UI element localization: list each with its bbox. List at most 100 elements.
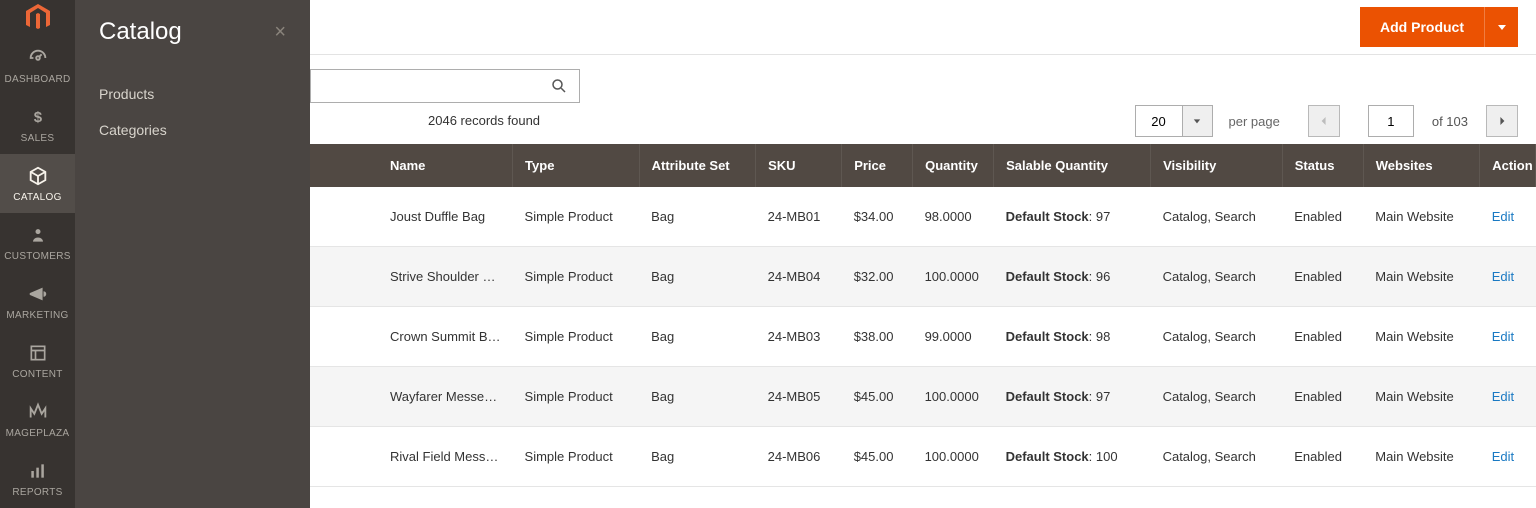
cell-attr: Bag: [639, 427, 755, 487]
col-action[interactable]: Action: [1480, 144, 1536, 187]
cell-price: $45.00: [842, 427, 913, 487]
col-salable[interactable]: Salable Quantity: [994, 144, 1151, 187]
col-visibility[interactable]: Visibility: [1151, 144, 1283, 187]
table-row[interactable]: Crown Summit BackpackSimple ProductBag24…: [310, 307, 1536, 367]
nav-label: CONTENT: [12, 369, 62, 380]
cube-icon: [26, 164, 50, 188]
nav-dashboard[interactable]: DASHBOARD: [0, 36, 75, 95]
search-input[interactable]: [311, 70, 539, 102]
records-found: 2046 records found: [428, 113, 540, 128]
nav-mageplaza[interactable]: MAGEPLAZA: [0, 390, 75, 449]
table-row[interactable]: Wayfarer Messenger BagSimple ProductBag2…: [310, 367, 1536, 427]
cell-name: Crown Summit Backpack: [310, 307, 513, 367]
dollar-icon: $: [26, 105, 50, 129]
nav-reports[interactable]: REPORTS: [0, 449, 75, 508]
cell-visibility: Catalog, Search: [1151, 247, 1283, 307]
cell-price: $32.00: [842, 247, 913, 307]
cell-visibility: Catalog, Search: [1151, 307, 1283, 367]
cell-visibility: Catalog, Search: [1151, 427, 1283, 487]
magento-logo-icon: [22, 2, 54, 34]
cell-salable: Default Stock: 100: [994, 427, 1151, 487]
cell-action: Edit: [1480, 307, 1536, 367]
search-icon: [550, 77, 568, 95]
col-type[interactable]: Type: [513, 144, 640, 187]
close-icon[interactable]: ×: [274, 22, 286, 42]
flyout-item-products[interactable]: Products: [99, 76, 286, 112]
nav-label: DASHBOARD: [4, 74, 70, 85]
cell-salable: Default Stock: 98: [994, 307, 1151, 367]
search-button[interactable]: [539, 77, 579, 95]
cell-status: Enabled: [1282, 307, 1363, 367]
cell-sku: 24-MB03: [756, 307, 842, 367]
nav-label: MAGEPLAZA: [6, 428, 70, 439]
layout-icon: [26, 341, 50, 365]
bar-chart-icon: [26, 459, 50, 483]
pager: per page of 103: [1135, 105, 1518, 137]
cell-action: Edit: [1480, 427, 1536, 487]
nav-label: SALES: [21, 133, 55, 144]
caret-down-icon: [1193, 117, 1201, 125]
cell-status: Enabled: [1282, 367, 1363, 427]
cell-qty: 98.0000: [913, 187, 994, 247]
table-row[interactable]: Strive Shoulder PackSimple ProductBag24-…: [310, 247, 1536, 307]
edit-link[interactable]: Edit: [1492, 329, 1514, 344]
prev-page-button[interactable]: [1308, 105, 1340, 137]
nav-label: CUSTOMERS: [4, 251, 70, 262]
edit-link[interactable]: Edit: [1492, 209, 1514, 224]
col-quantity[interactable]: Quantity: [913, 144, 994, 187]
nav-customers[interactable]: CUSTOMERS: [0, 213, 75, 272]
cell-status: Enabled: [1282, 187, 1363, 247]
per-page-select[interactable]: [1183, 105, 1213, 137]
col-price[interactable]: Price: [842, 144, 913, 187]
cell-qty: 100.0000: [913, 247, 994, 307]
catalog-flyout: Catalog × Products Categories: [75, 0, 310, 508]
col-websites[interactable]: Websites: [1363, 144, 1479, 187]
cell-name: Joust Duffle Bag: [310, 187, 513, 247]
nav-sales[interactable]: $ SALES: [0, 95, 75, 154]
edit-link[interactable]: Edit: [1492, 269, 1514, 284]
cell-attr: Bag: [639, 187, 755, 247]
nav-marketing[interactable]: MARKETING: [0, 272, 75, 331]
per-page-input[interactable]: [1135, 105, 1183, 137]
nav-content[interactable]: CONTENT: [0, 331, 75, 390]
cell-type: Simple Product: [513, 307, 640, 367]
add-product-split-button: Add Product: [1360, 7, 1518, 47]
col-status[interactable]: Status: [1282, 144, 1363, 187]
cell-sku: 24-MB06: [756, 427, 842, 487]
cell-qty: 100.0000: [913, 427, 994, 487]
cell-type: Simple Product: [513, 247, 640, 307]
add-product-caret[interactable]: [1484, 7, 1518, 47]
per-page-label: per page: [1229, 114, 1280, 129]
next-page-button[interactable]: [1486, 105, 1518, 137]
chevron-right-icon: [1498, 116, 1506, 126]
svg-text:$: $: [33, 109, 42, 126]
col-sku[interactable]: SKU: [756, 144, 842, 187]
page-input[interactable]: [1368, 105, 1414, 137]
table-row[interactable]: Joust Duffle BagSimple ProductBag24-MB01…: [310, 187, 1536, 247]
flyout-item-categories[interactable]: Categories: [99, 112, 286, 148]
grid-header-row: Name Type Attribute Set SKU Price Quanti…: [310, 144, 1536, 187]
edit-link[interactable]: Edit: [1492, 389, 1514, 404]
cell-qty: 100.0000: [913, 367, 994, 427]
cell-attr: Bag: [639, 307, 755, 367]
cell-sku: 24-MB01: [756, 187, 842, 247]
cell-attr: Bag: [639, 367, 755, 427]
magento-logo[interactable]: [0, 0, 75, 36]
flyout-title: Catalog: [99, 18, 182, 46]
table-row[interactable]: Rival Field MessengerSimple ProductBag24…: [310, 427, 1536, 487]
col-name[interactable]: Name: [310, 144, 513, 187]
cell-price: $38.00: [842, 307, 913, 367]
gauge-icon: [26, 46, 50, 70]
cell-name: Strive Shoulder Pack: [310, 247, 513, 307]
edit-link[interactable]: Edit: [1492, 449, 1514, 464]
chevron-left-icon: [1320, 116, 1328, 126]
add-product-button[interactable]: Add Product: [1360, 7, 1484, 47]
cell-websites: Main Website: [1363, 307, 1479, 367]
cell-websites: Main Website: [1363, 367, 1479, 427]
cell-action: Edit: [1480, 367, 1536, 427]
col-attribute-set[interactable]: Attribute Set: [639, 144, 755, 187]
nav-label: REPORTS: [12, 487, 62, 498]
cell-action: Edit: [1480, 187, 1536, 247]
megaphone-icon: [26, 282, 50, 306]
nav-catalog[interactable]: CATALOG: [0, 154, 75, 213]
